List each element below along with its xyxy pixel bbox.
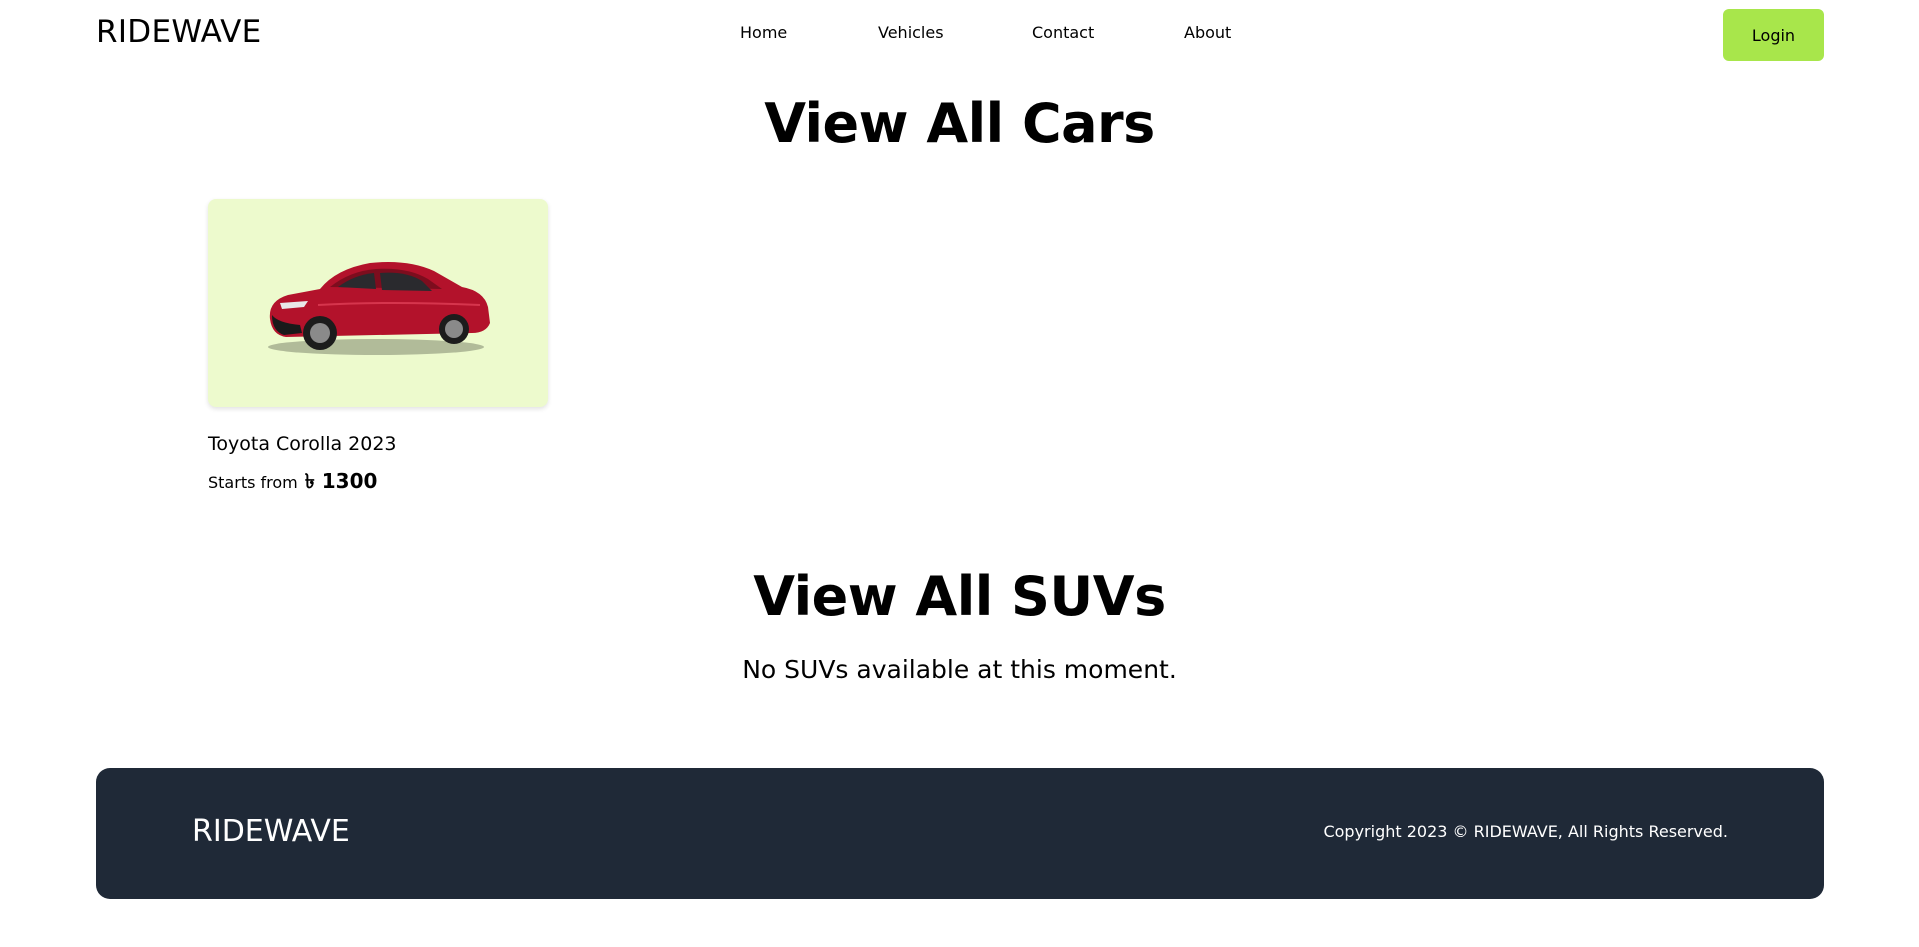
copyright-text: Copyright 2023 © RIDEWAVE, All Rights Re… [1323,822,1728,841]
cars-section-title: View All Cars [764,92,1155,155]
site-header: RIDEWAVE Home Vehicles Contact About Log… [0,0,1919,70]
car-price-line: Starts from ৳ 1300 [208,467,548,500]
nav-contact-link[interactable]: Contact [1032,23,1094,42]
nav-vehicles-link[interactable]: Vehicles [878,23,944,42]
car-name[interactable]: Toyota Corolla 2023 [208,433,548,455]
site-footer: RIDEWAVE Copyright 2023 © RIDEWAVE, All … [96,768,1824,899]
suvs-empty-message: No SUVs available at this moment. [742,655,1177,684]
car-card[interactable]: Toyota Corolla 2023 Starts from ৳ 1300 [208,199,548,500]
login-button[interactable]: Login [1723,9,1824,61]
car-image-container[interactable] [208,199,548,407]
page: RIDEWAVE Home Vehicles Contact About Log… [0,0,1919,947]
price-prefix: Starts from [208,473,298,492]
main-nav: Home Vehicles Contact About [0,23,1919,47]
car-price: ৳ 1300 [304,469,378,493]
nav-home-link[interactable]: Home [740,23,787,42]
suvs-section-title: View All SUVs [753,565,1166,628]
footer-logo[interactable]: RIDEWAVE [192,814,350,849]
nav-about-link[interactable]: About [1184,23,1231,42]
red-sedan-car-image [268,262,490,355]
